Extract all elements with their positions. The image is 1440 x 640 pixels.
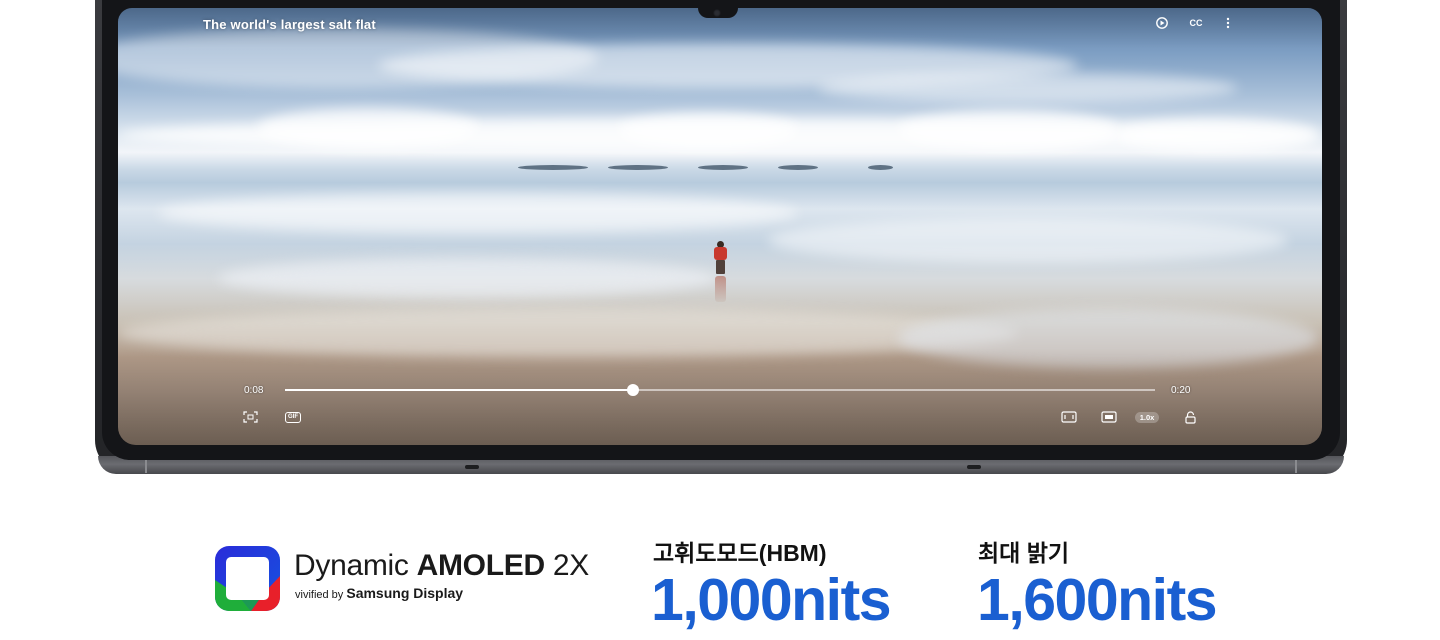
seek-thumb[interactable]	[627, 384, 639, 396]
amoled-brand-name: Dynamic AMOLED 2X	[294, 549, 589, 583]
tagline-samsung-display: Samsung Display	[346, 585, 464, 601]
video-frame[interactable]	[118, 8, 1322, 445]
cloud	[618, 113, 798, 148]
playback-speed-label: 1.0x	[1134, 411, 1160, 423]
distant-islands	[518, 165, 898, 171]
antenna-band	[145, 460, 147, 473]
cloud	[1118, 118, 1318, 153]
seek-progress	[285, 389, 633, 391]
hbm-value: 1,000nits	[651, 567, 892, 633]
person-figure	[710, 236, 730, 304]
reflection	[768, 218, 1288, 263]
brand-amoled: AMOLED	[416, 549, 546, 582]
current-time: 0:08	[244, 385, 264, 396]
hbm-label: 고휘도모드(HBM)	[653, 540, 827, 566]
controls-scrim	[118, 348, 1322, 445]
connector-port	[465, 465, 479, 469]
product-hero: The world's largest salt flat CC 0:08 0:…	[0, 0, 1440, 640]
max-brightness-value: 1,600nits	[977, 567, 1218, 633]
max-brightness-label: 최대 밝기	[978, 540, 1070, 566]
connector-port	[967, 465, 981, 469]
captions-label: CC	[1189, 18, 1203, 28]
captions-icon[interactable]: CC	[1186, 16, 1206, 30]
antenna-band	[1295, 460, 1297, 473]
cloud	[898, 110, 1118, 150]
amoled-tagline: vivified by Samsung Display	[295, 585, 463, 601]
gif-label: GIF	[285, 411, 301, 423]
rotate-screen-icon[interactable]	[1154, 16, 1170, 30]
playback-speed-icon[interactable]: 1.0x	[1133, 410, 1161, 424]
video-title: The world's largest salt flat	[203, 17, 376, 32]
front-camera	[713, 9, 721, 17]
pop-up-play-icon[interactable]	[1100, 410, 1118, 424]
aspect-ratio-icon[interactable]	[1060, 410, 1078, 424]
lock-icon[interactable]	[1182, 410, 1198, 424]
gif-icon[interactable]: GIF	[284, 410, 302, 424]
duration: 0:20	[1171, 385, 1191, 396]
dynamic-amoled-logo-icon	[215, 546, 280, 611]
reflection	[158, 193, 798, 233]
seek-bar[interactable]	[285, 384, 1155, 396]
reflection	[218, 258, 718, 298]
brand-dynamic: Dynamic	[294, 549, 417, 582]
more-options-icon[interactable]	[1222, 16, 1234, 30]
cloud	[818, 73, 1238, 103]
cloud	[258, 108, 478, 148]
screen-capture-icon[interactable]	[242, 410, 258, 424]
brand-2x: 2X	[544, 549, 589, 582]
tagline-prefix: vivified by	[295, 589, 347, 601]
